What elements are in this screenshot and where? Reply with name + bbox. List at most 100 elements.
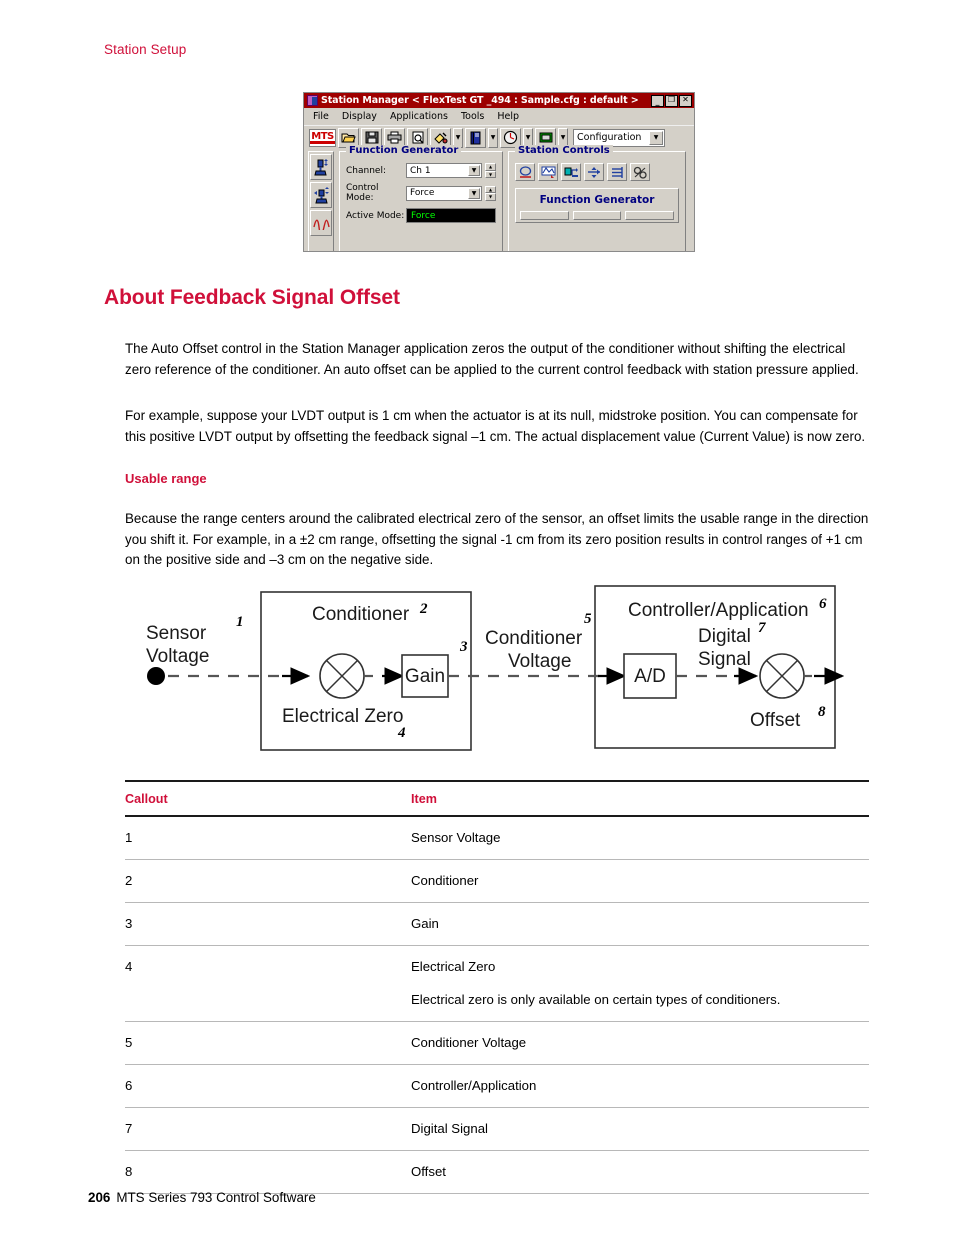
subpanel-control-1[interactable]	[520, 211, 569, 220]
menu-item-tools[interactable]: Tools	[461, 111, 484, 122]
mts-logo: MTS	[309, 128, 336, 147]
electrical-zero-callout: 4	[397, 725, 406, 741]
callout-table: Callout Item 1 Sensor Voltage 2 Conditio…	[125, 780, 869, 1194]
conditioner-voltage-label-line2: Voltage	[508, 651, 571, 672]
menu-item-file[interactable]: File	[313, 111, 329, 122]
station-manager-screenshot-figure: Station Manager < FlexTest GT _494 : Sam…	[303, 92, 695, 252]
page-title: About Feedback Signal Offset	[104, 286, 400, 309]
channel-label: Channel:	[346, 165, 386, 176]
menu-item-applications[interactable]: Applications	[390, 111, 448, 122]
menu-bar: File Display Applications Tools Help	[304, 108, 694, 125]
table-header-row: Callout Item	[125, 780, 869, 817]
column-header-item: Item	[411, 780, 869, 817]
paragraph-lvdt-example: For example, suppose your LVDT output is…	[125, 408, 866, 444]
station-manager-body: Function Generator Channel: Ch 1 ▼ ▲ ▼ Co…	[304, 145, 694, 251]
menu-item-display[interactable]: Display	[342, 111, 377, 122]
book-title: MTS Series 793 Control Software	[116, 1190, 316, 1205]
chevron-down-icon[interactable]: ▼	[468, 165, 480, 176]
controller-application-label: Controller/Application	[628, 600, 809, 621]
hydraulic-icon[interactable]	[607, 163, 627, 181]
chevron-down-icon[interactable]: ▼	[649, 130, 663, 145]
digital-signal-callout: 7	[758, 620, 766, 636]
sensor-voltage-label-line1: Sensor	[146, 623, 207, 644]
digital-signal-label-line1: Digital	[698, 626, 751, 647]
cell-item: Digital Signal	[411, 1107, 869, 1151]
cell-item: Electrical Zero Electrical zero is only …	[411, 945, 869, 1022]
menu-item-help[interactable]: Help	[497, 111, 519, 122]
cell-callout: 5	[125, 1021, 411, 1065]
cell-item: Conditioner	[411, 859, 869, 903]
configuration-combo[interactable]: Configuration ▼	[573, 128, 665, 147]
maximize-button[interactable]: ❐	[665, 94, 678, 107]
signal-flow-diagram-svg: Gain 3 A/D Sensor Voltage 1 Conditioner …	[146, 585, 845, 751]
function-generator-panel: Function Generator Channel: Ch 1 ▼ ▲ ▼ Co…	[339, 145, 503, 251]
control-mode-row: Control Mode: Force ▼ ▲ ▼	[346, 183, 496, 203]
channel-combo-value: Ch 1	[410, 165, 431, 176]
conditioner-callout: 2	[419, 601, 428, 617]
actuator-offset-icon[interactable]	[310, 182, 332, 208]
mts-logo-text: MTS	[310, 130, 335, 144]
subsection-title-usable-range: Usable range	[125, 471, 207, 486]
window-buttons: _ ❐ ✕	[651, 94, 693, 107]
left-tool-rail	[308, 151, 334, 251]
cell-item: Controller/Application	[411, 1064, 869, 1108]
book-icon[interactable]	[465, 127, 486, 148]
channel-row: Channel: Ch 1 ▼ ▲ ▼	[346, 163, 496, 178]
control-mode-label: Control Mode:	[346, 183, 379, 203]
minimize-icon: _	[655, 96, 660, 106]
program-icon[interactable]	[538, 163, 558, 181]
function-generator-subpanel-title: Function Generator	[539, 194, 655, 206]
table-row: 7 Digital Signal	[125, 1107, 869, 1151]
cell-item: Sensor Voltage	[411, 816, 869, 860]
cell-item: Gain	[411, 902, 869, 946]
stepper-down-icon[interactable]: ▼	[485, 193, 496, 201]
table-row: 2 Conditioner	[125, 859, 869, 903]
stepper-up-icon[interactable]: ▲	[485, 163, 496, 171]
book-dropdown-arrow-icon[interactable]: ▼	[488, 127, 498, 148]
control-mode-stepper[interactable]: ▲ ▼	[485, 185, 496, 201]
conditioner-voltage-callout: 5	[584, 611, 592, 627]
waveform-icon[interactable]	[310, 210, 332, 236]
running-header: Station Setup	[104, 42, 187, 57]
sensor-voltage-callout: 1	[236, 614, 244, 630]
control-mode-combo-value: Force	[410, 188, 435, 198]
actuator-icon[interactable]	[310, 154, 332, 180]
cell-callout: 2	[125, 859, 411, 903]
cell-callout: 3	[125, 902, 411, 946]
chevron-down-icon[interactable]: ▼	[468, 187, 480, 199]
settings-icon[interactable]	[630, 163, 650, 181]
table-row: 8 Offset	[125, 1150, 869, 1194]
station-controls-legend: Station Controls	[515, 145, 613, 156]
table-row: 6 Controller/Application	[125, 1064, 869, 1108]
paragraph-auto-offset: The Auto Offset control in the Station M…	[125, 341, 859, 377]
source-node-dot	[147, 667, 165, 685]
channel-stepper[interactable]: ▲ ▼	[485, 163, 496, 178]
digital-signal-label-line2: Signal	[698, 649, 751, 670]
active-mode-label: Active Mode:	[346, 210, 405, 221]
interlock-icon[interactable]	[584, 163, 604, 181]
signal-flow-diagram: Gain 3 A/D Sensor Voltage 1 Conditioner …	[130, 572, 870, 764]
cell-callout: 6	[125, 1064, 411, 1108]
close-button[interactable]: ✕	[679, 94, 692, 107]
conditioner-label: Conditioner	[312, 604, 410, 625]
page-footer: 206 MTS Series 793 Control Software	[88, 1190, 316, 1205]
subpanel-control-2[interactable]	[572, 211, 622, 220]
electrical-zero-label: Electrical Zero	[282, 706, 403, 727]
subpanel-control-3[interactable]	[625, 211, 675, 220]
function-generator-legend: Function Generator	[346, 145, 462, 156]
cell-callout: 8	[125, 1150, 411, 1194]
gain-label: Gain	[405, 666, 445, 687]
window-title: Station Manager < FlexTest GT _494 : Sam…	[321, 95, 639, 106]
station-controls-panel: Station Controls Function Generator	[508, 145, 686, 251]
cell-item-note: Electrical zero is only available on cer…	[411, 992, 781, 1007]
manual-command-icon[interactable]	[561, 163, 581, 181]
function-generator-subpanel-controls	[520, 211, 675, 220]
minimize-button[interactable]: _	[651, 94, 664, 107]
stepper-up-icon[interactable]: ▲	[485, 185, 496, 193]
reset-icon[interactable]	[515, 163, 535, 181]
control-mode-combo[interactable]: Force ▼	[406, 185, 482, 201]
stepper-down-icon[interactable]: ▼	[485, 170, 496, 178]
channel-combo[interactable]: Ch 1 ▼	[406, 163, 482, 178]
column-header-callout: Callout	[125, 780, 411, 817]
function-generator-subpanel: Function Generator	[515, 188, 679, 223]
